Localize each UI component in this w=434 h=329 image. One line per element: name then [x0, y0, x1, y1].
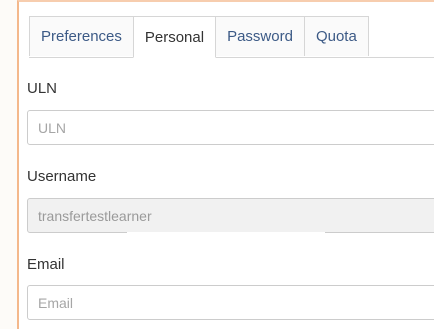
username-input[interactable] — [27, 198, 434, 233]
tab-personal[interactable]: Personal — [132, 16, 217, 58]
tab-bar: Preferences Personal Password Quota — [29, 16, 434, 58]
email-input[interactable] — [27, 285, 434, 320]
tab-password[interactable]: Password — [215, 16, 305, 56]
email-label: Email — [27, 256, 65, 273]
tab-quota[interactable]: Quota — [303, 16, 369, 56]
uln-label: ULN — [27, 80, 58, 97]
tab-preferences[interactable]: Preferences — [29, 16, 134, 56]
username-label: Username — [27, 168, 97, 185]
settings-panel: Preferences Personal Password Quota — [17, 0, 434, 329]
redaction-overlay — [127, 232, 325, 274]
uln-input[interactable] — [27, 110, 434, 145]
